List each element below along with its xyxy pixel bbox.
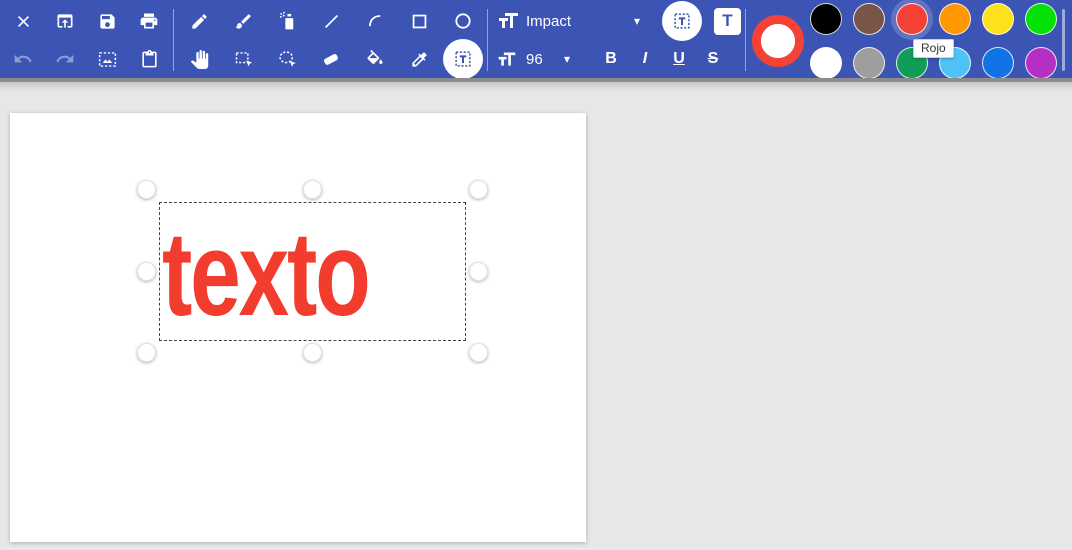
lasso-select-icon [278,50,296,67]
eraser-icon [324,54,338,65]
toolbar: Impact ▾ T 96 ▾ B I U S Rojo [0,0,1072,82]
undo-button[interactable] [2,41,44,77]
open-in-browser-icon [57,14,73,28]
curve-icon [368,14,380,26]
ellipse-icon [455,13,471,29]
text-format-group: Impact ▾ T 96 ▾ B I U S [488,0,746,78]
swatch-blue[interactable] [982,47,1014,79]
lasso-select-button[interactable] [265,41,309,77]
paste-button[interactable] [128,41,170,77]
print-button[interactable] [128,3,170,39]
swatch-green[interactable] [1025,3,1057,35]
selection-handle-bottom-right[interactable] [469,343,488,362]
swatch-white[interactable] [810,47,842,79]
toolbar-bottom-strip [0,78,1072,82]
font-size-value[interactable]: 96 [526,51,556,68]
pencil-tool-button[interactable] [177,3,221,39]
italic-button[interactable]: I [628,42,662,76]
line-icon [324,14,338,28]
font-size-icon [498,52,516,66]
export-button[interactable] [44,3,86,39]
text-transparent-mode-button[interactable] [662,1,702,41]
spray-can-icon [279,11,294,30]
image-select-icon [98,51,116,67]
paint-bucket-icon [367,49,383,64]
curve-tool-button[interactable] [353,3,397,39]
drawing-canvas[interactable]: texto [10,113,586,542]
undo-icon [14,54,32,63]
text-box-icon [674,13,690,29]
rectangle-icon [412,14,426,28]
swatch-purple[interactable] [1025,47,1057,79]
clipboard-icon [141,49,157,67]
save-button[interactable] [86,3,128,39]
text-box-icon [455,51,471,67]
pan-tool-button[interactable] [177,41,221,77]
font-family-value[interactable]: Impact [526,13,626,30]
font-family-icon [499,13,518,28]
selection-handle-middle-right[interactable] [469,261,488,281]
swatch-orange[interactable] [939,3,971,35]
paint-app: Impact ▾ T 96 ▾ B I U S Rojo texto [0,0,1072,550]
font-family-dropdown-caret[interactable]: ▾ [626,14,648,28]
tools-group [174,0,488,79]
toolbar-scroll-indicator [1062,9,1065,71]
text-tool-button[interactable] [441,39,485,79]
hand-icon [190,49,208,69]
selection-handle-middle-left[interactable] [137,261,156,281]
selection-handle-top-right[interactable] [469,180,488,199]
fill-tool-button[interactable] [353,41,397,77]
selection-handle-top-left[interactable] [137,180,156,199]
selection-handle-bottom-center[interactable] [302,343,322,362]
line-tool-button[interactable] [309,3,353,39]
workspace: texto [0,82,1072,550]
print-icon [140,13,158,29]
current-color-indicator[interactable] [752,15,804,67]
eraser-tool-button[interactable] [309,41,353,77]
swatch-gray[interactable] [853,47,885,79]
selection-handle-bottom-left[interactable] [137,343,156,362]
rectangle-select-button[interactable] [221,41,265,77]
brush-icon [235,13,251,29]
brush-tool-button[interactable] [221,3,265,39]
color-tooltip: Rojo [913,39,954,58]
close-icon [17,15,29,27]
rectangle-tool-button[interactable] [397,3,441,39]
colors-group [746,0,1072,79]
file-group [2,0,174,78]
rectangle-select-icon [235,51,252,66]
redo-icon [56,54,74,63]
text-tool-selected-indicator [443,39,483,79]
redo-button[interactable] [44,41,86,77]
bold-button[interactable]: B [594,42,628,76]
swatch-red[interactable] [896,3,928,35]
current-fill-color [761,24,795,58]
pencil-icon [191,13,207,29]
spray-tool-button[interactable] [265,3,309,39]
selection-handle-top-center[interactable] [302,180,322,199]
ellipse-tool-button[interactable] [441,3,485,39]
underline-button[interactable]: U [662,42,696,76]
swatch-brown[interactable] [853,3,885,35]
swatch-yellow[interactable] [982,3,1014,35]
eyedropper-icon [411,51,427,67]
insert-image-button[interactable] [86,41,128,77]
font-size-dropdown-caret[interactable]: ▾ [556,52,578,66]
save-icon [99,13,115,29]
text-opaque-mode-button[interactable]: T [714,7,741,35]
text-selection-box[interactable] [137,180,488,362]
close-button[interactable] [2,3,44,39]
strikethrough-button[interactable]: S [696,42,730,76]
swatch-black[interactable] [810,3,842,35]
color-picker-button[interactable] [397,41,441,77]
